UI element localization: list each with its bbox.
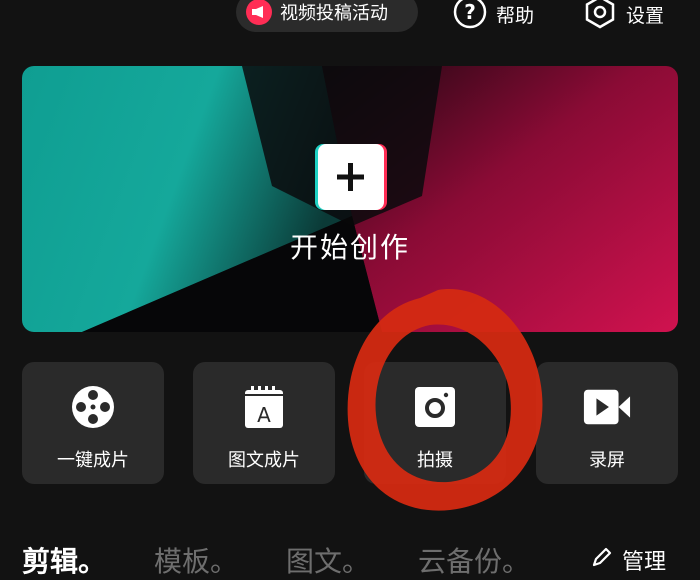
tab-image-text[interactable]: 图文。 (286, 540, 370, 580)
camera-icon (410, 382, 460, 432)
tab-label: 云备份 (418, 545, 503, 578)
campaign-label: 视频投稿活动 (280, 3, 388, 24)
start-creating-card[interactable]: 开始创作 (22, 66, 678, 332)
top-bar: 视频投稿活动 ? 帮助 设置 (0, 0, 700, 40)
manage-label: 管理 (622, 550, 667, 575)
text-document-icon: A (239, 382, 289, 432)
manage-button[interactable]: 管理 (590, 544, 666, 576)
shoot-button[interactable]: 拍摄 (364, 362, 506, 484)
tab-dot: 。 (210, 545, 239, 578)
megaphone-icon (246, 0, 272, 25)
screen-record-button[interactable]: 录屏 (536, 362, 678, 484)
bottom-tabs: 剪辑。 模板。 图文。 云备份。 管理 (0, 540, 700, 580)
tool-label: 录屏 (589, 450, 625, 471)
svg-text:A: A (257, 403, 271, 427)
tab-cloud-backup[interactable]: 云备份。 (418, 540, 530, 580)
tab-dot: 。 (502, 545, 531, 578)
hero-title: 开始创作 (289, 231, 410, 264)
tab-templates[interactable]: 模板。 (154, 540, 238, 580)
text-to-video-button[interactable]: A 图文成片 (193, 362, 335, 484)
tab-label: 图文 (286, 545, 343, 578)
tab-label: 模板 (154, 545, 211, 578)
tab-dot: 。 (78, 545, 107, 578)
tool-label: 拍摄 (417, 450, 453, 471)
settings-label: 设置 (626, 4, 665, 27)
help-label: 帮助 (496, 4, 535, 27)
campaign-button[interactable]: 视频投稿活动 (236, 0, 418, 32)
tab-dot: 。 (342, 545, 371, 578)
tool-label: 图文成片 (228, 450, 300, 471)
tool-label: 一键成片 (57, 450, 129, 471)
settings-button[interactable]: 设置 (582, 0, 664, 34)
help-icon: ? (452, 0, 488, 35)
help-button[interactable]: ? 帮助 (452, 0, 534, 34)
quick-tools: 一键成片 A 图文成片 拍摄 录屏 (22, 362, 678, 484)
svg-text:?: ? (464, 0, 476, 24)
one-click-video-button[interactable]: 一键成片 (22, 362, 164, 484)
tab-label: 剪辑 (22, 545, 79, 578)
tab-edit[interactable]: 剪辑。 (22, 540, 106, 580)
add-project-icon[interactable] (311, 144, 387, 210)
gear-icon (582, 0, 618, 35)
edit-pencil-icon (590, 545, 614, 575)
film-reel-icon (68, 382, 118, 432)
video-record-icon (582, 382, 632, 432)
